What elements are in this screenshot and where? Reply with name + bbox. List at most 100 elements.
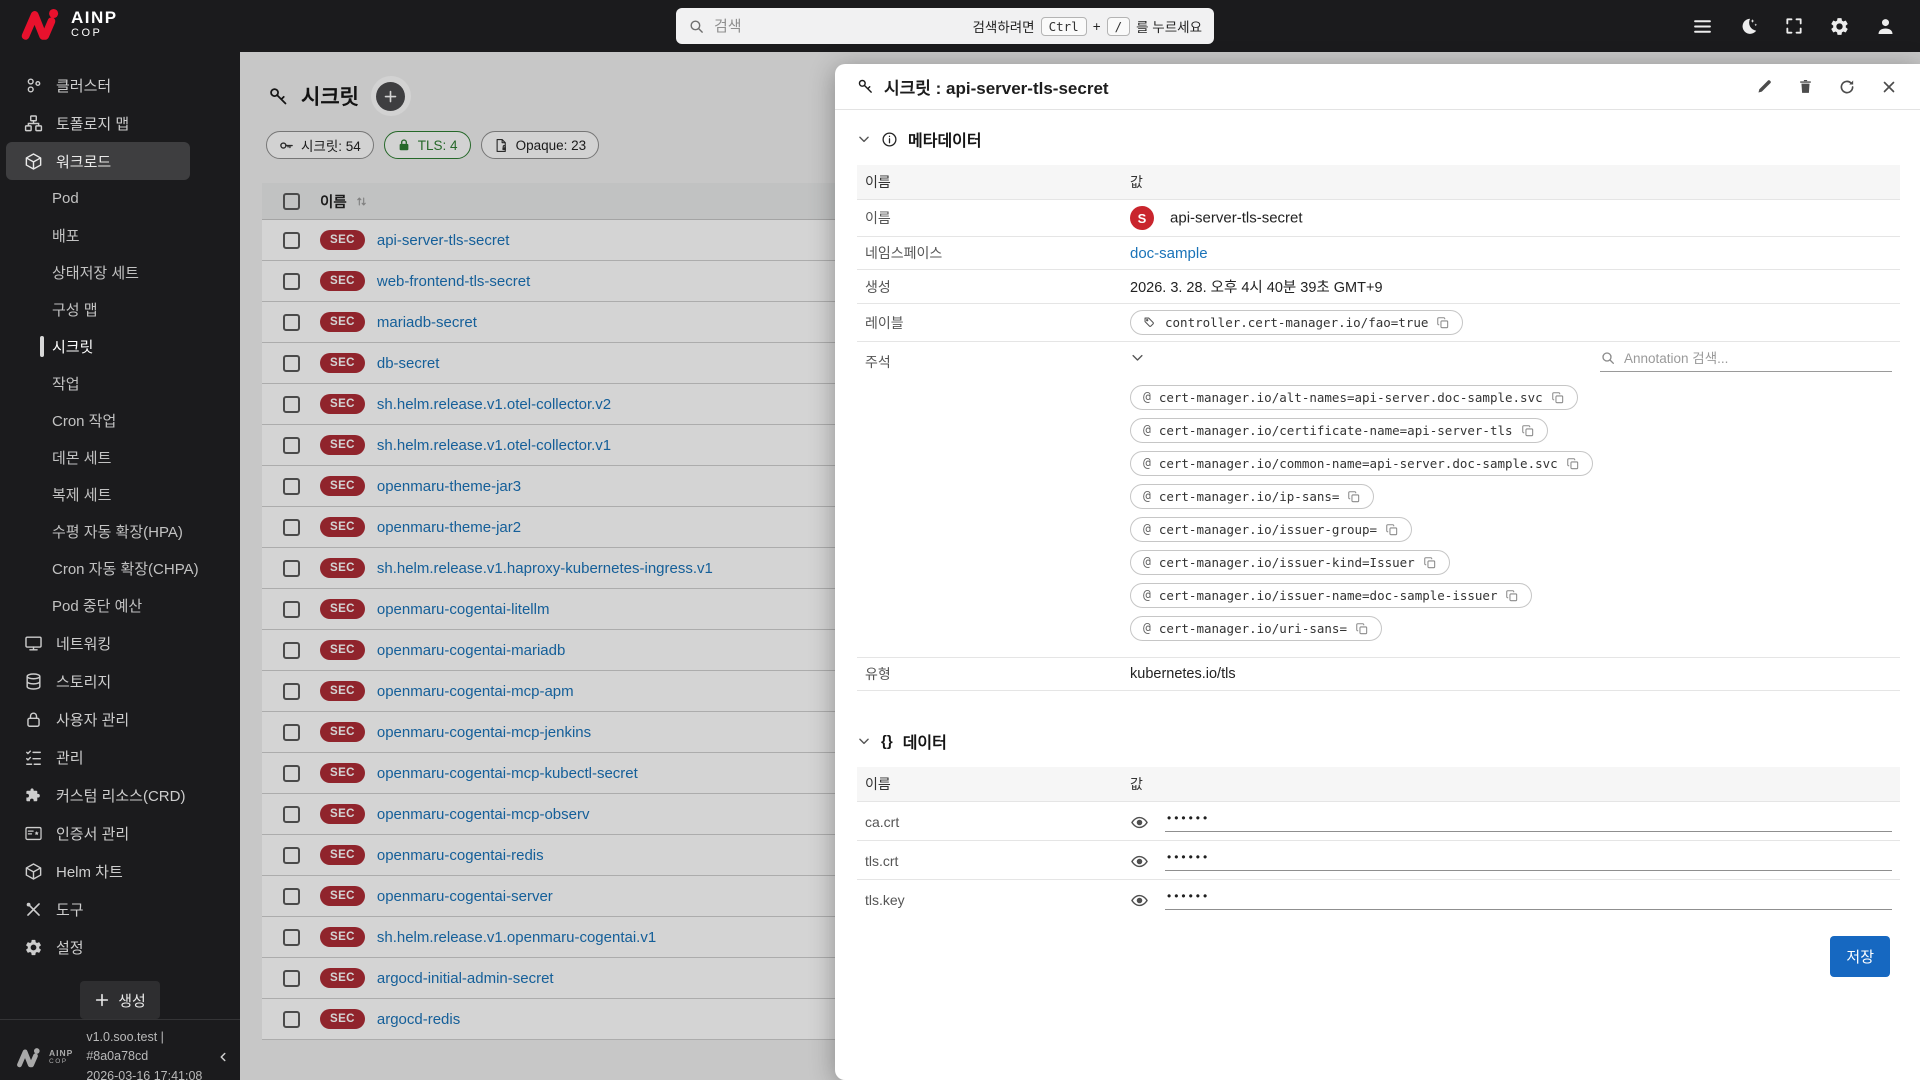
sidebar-footer: AINP COP v1.0.soo.test | #8a0a78cd 2026-… <box>0 1019 240 1080</box>
monitor-icon <box>24 634 43 653</box>
metadata-row-namespace: 네임스페이스 doc-sample <box>857 237 1900 270</box>
metadata-table-header: 이름 값 <box>857 165 1900 200</box>
data-section-header[interactable]: {} 데이터 <box>857 729 1900 753</box>
copy-icon[interactable] <box>1423 556 1437 570</box>
sidebar-item-label: 스토리지 <box>56 671 111 692</box>
sidebar-item-administration[interactable]: 관리 <box>0 738 240 776</box>
sidebar-item-label: 설정 <box>56 937 84 958</box>
sidebar-item-settings[interactable]: 설정 <box>0 928 240 966</box>
at-icon: @ <box>1143 489 1151 504</box>
annotation-search-input[interactable] <box>1624 351 1892 366</box>
copy-icon[interactable] <box>1566 457 1580 471</box>
sidebar-item-label: 네트워킹 <box>56 633 111 654</box>
annotation-chip: @ cert-manager.io/alt-names=api-server.d… <box>1130 385 1578 410</box>
copy-icon[interactable] <box>1355 622 1369 636</box>
sidebar-item-helm-charts[interactable]: Helm 차트 <box>0 852 240 890</box>
at-icon: @ <box>1143 390 1151 405</box>
sidebar-item-daemonset[interactable]: 데몬 세트 <box>0 439 240 476</box>
menu-icon[interactable] <box>1692 16 1713 37</box>
sidebar-item-workload[interactable]: 워크로드 <box>6 142 190 180</box>
checklist-icon <box>24 748 43 767</box>
data-table-header: 이름 값 <box>857 767 1900 802</box>
sidebar-item-replicaset[interactable]: 복제 세트 <box>0 476 240 513</box>
top-header: AINP COP 검색하려면 Ctrl + / 를 누르세요 <box>0 0 1920 52</box>
annotation-search[interactable] <box>1600 350 1892 372</box>
plus-icon <box>94 992 110 1008</box>
sidebar-item-deployment[interactable]: 배포 <box>0 217 240 254</box>
refresh-icon[interactable] <box>1838 78 1856 96</box>
fullscreen-icon[interactable] <box>1784 16 1804 36</box>
sidebar-item-certificate-management[interactable]: 인증서 관리 <box>0 814 240 852</box>
reveal-eye-icon[interactable] <box>1130 852 1149 871</box>
create-button[interactable]: 생성 <box>80 981 160 1019</box>
database-icon <box>24 672 43 691</box>
global-search[interactable]: 검색하려면 Ctrl + / 를 누르세요 <box>676 8 1214 44</box>
sidebar-item-cluster[interactable]: 클러스터 <box>0 66 240 104</box>
chevron-down-icon[interactable] <box>1130 350 1145 365</box>
metadata-row-created: 생성 2026. 3. 28. 오후 4시 40분 39초 GMT+9 <box>857 270 1900 304</box>
tools-icon <box>24 900 43 919</box>
collapse-sidebar-icon[interactable] <box>216 1050 230 1064</box>
key-icon <box>857 78 874 95</box>
annotation-chip: @ cert-manager.io/ip-sans= <box>1130 484 1374 509</box>
copy-icon[interactable] <box>1551 391 1565 405</box>
close-icon[interactable] <box>1880 78 1898 96</box>
settings-icon[interactable] <box>1829 16 1850 37</box>
sidebar-item-pod[interactable]: Pod <box>0 180 240 217</box>
sidebar-item-chpa[interactable]: Cron 자동 확장(CHPA) <box>0 550 240 587</box>
sidebar-item-cronjob[interactable]: Cron 작업 <box>0 402 240 439</box>
sidebar: 클러스터 토폴로지 맵 워크로드 Pod 배포 상태저장 세트 구성 맵 시크릿… <box>0 52 240 1080</box>
copy-icon[interactable] <box>1347 490 1361 504</box>
dark-mode-icon[interactable] <box>1738 16 1759 37</box>
reveal-eye-icon[interactable] <box>1130 891 1149 910</box>
cube-icon <box>24 152 43 171</box>
cube-icon <box>24 862 43 881</box>
search-input[interactable] <box>714 18 964 35</box>
edit-icon[interactable] <box>1756 78 1773 95</box>
sidebar-item-label: 인증서 관리 <box>56 823 129 844</box>
sidebar-item-label: 사용자 관리 <box>56 709 129 730</box>
chevron-down-icon <box>857 734 871 748</box>
sidebar-item-secret[interactable]: 시크릿 <box>0 328 240 365</box>
secret-value-field[interactable]: •••••• <box>1165 812 1892 832</box>
secret-avatar: S <box>1130 206 1154 230</box>
namespace-link[interactable]: doc-sample <box>1130 245 1208 262</box>
secret-name-value: api-server-tls-secret <box>1170 210 1303 227</box>
annotation-chip: @ cert-manager.io/common-name=api-server… <box>1130 451 1593 476</box>
hint-plus: + <box>1093 19 1101 34</box>
copy-icon[interactable] <box>1521 424 1535 438</box>
secret-value-field[interactable]: •••••• <box>1165 851 1892 871</box>
sidebar-item-hpa[interactable]: 수평 자동 확장(HPA) <box>0 513 240 550</box>
sidebar-item-storage[interactable]: 스토리지 <box>0 662 240 700</box>
sidebar-item-tools[interactable]: 도구 <box>0 890 240 928</box>
reveal-eye-icon[interactable] <box>1130 813 1149 832</box>
braces-icon: {} <box>881 733 893 750</box>
sidebar-item-crd[interactable]: 커스텀 리소스(CRD) <box>0 776 240 814</box>
account-icon[interactable] <box>1875 16 1896 37</box>
copy-icon[interactable] <box>1385 523 1399 537</box>
secret-value-field[interactable]: •••••• <box>1165 890 1892 910</box>
sidebar-item-job[interactable]: 작업 <box>0 365 240 402</box>
tag-icon <box>1143 316 1157 330</box>
sidebar-item-label: 토폴로지 맵 <box>56 113 129 134</box>
sidebar-item-pdb[interactable]: Pod 중단 예산 <box>0 587 240 624</box>
at-icon: @ <box>1143 621 1151 636</box>
lock-icon <box>24 710 43 729</box>
metadata-row-type: 유형 kubernetes.io/tls <box>857 658 1900 691</box>
gear-icon <box>24 938 43 957</box>
data-row: tls.crt •••••• <box>857 841 1900 880</box>
topology-map-icon <box>24 114 43 133</box>
sidebar-item-networking[interactable]: 네트워킹 <box>0 624 240 662</box>
data-table: 이름 값 ca.crt •••••• <box>857 767 1900 918</box>
sidebar-item-statefulset[interactable]: 상태저장 세트 <box>0 254 240 291</box>
panel-body: 메타데이터 이름 값 이름 S api-server-tls-secret <box>835 110 1920 1080</box>
save-button[interactable]: 저장 <box>1830 936 1890 977</box>
brand-logo-icon <box>20 7 62 41</box>
sidebar-item-topology-map[interactable]: 토폴로지 맵 <box>0 104 240 142</box>
copy-icon[interactable] <box>1436 316 1450 330</box>
delete-icon[interactable] <box>1797 78 1814 95</box>
copy-icon[interactable] <box>1505 589 1519 603</box>
metadata-section-header[interactable]: 메타데이터 <box>857 127 1900 151</box>
sidebar-item-configmap[interactable]: 구성 맵 <box>0 291 240 328</box>
sidebar-item-user-management[interactable]: 사용자 관리 <box>0 700 240 738</box>
